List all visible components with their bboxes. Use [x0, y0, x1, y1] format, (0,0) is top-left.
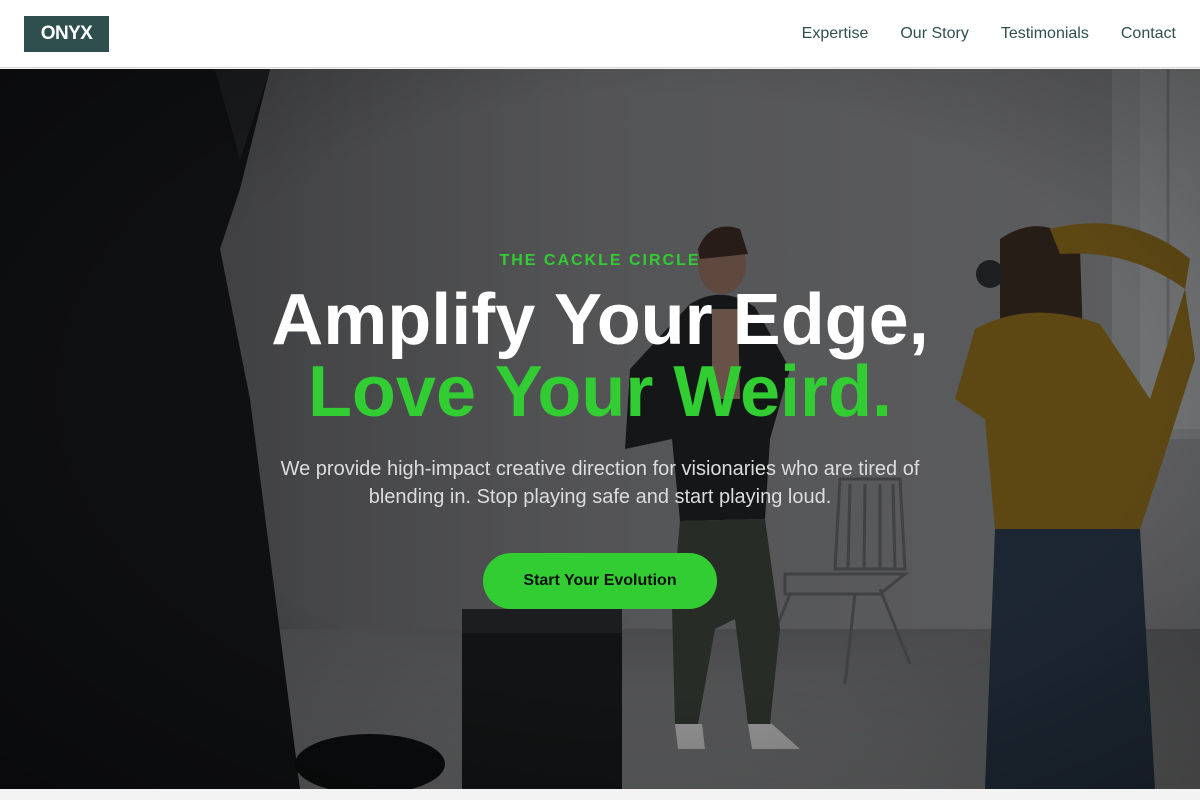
logo[interactable]: ONYX: [24, 16, 109, 52]
nav-link-testimonials[interactable]: Testimonials: [1001, 24, 1089, 44]
nav-links: Expertise Our Story Testimonials Contact: [802, 0, 1176, 68]
nav-link-our-story[interactable]: Our Story: [900, 24, 968, 44]
hero-content: THE CACKLE CIRCLE Amplify Your Edge, Lov…: [0, 69, 1200, 789]
headline-line-2: Love Your Weird.: [307, 352, 893, 432]
nav-link-expertise[interactable]: Expertise: [802, 24, 869, 44]
next-section-edge: [0, 789, 1200, 800]
headline-line-1: Amplify Your Edge,: [271, 280, 929, 360]
nav-link-contact[interactable]: Contact: [1121, 24, 1176, 44]
start-evolution-button[interactable]: Start Your Evolution: [483, 553, 717, 609]
hero-eyebrow: THE CACKLE CIRCLE: [499, 252, 701, 269]
hero-subtext: We provide high-impact creative directio…: [280, 458, 920, 508]
hero-headline: Amplify Your Edge, Love Your Weird.: [0, 284, 1200, 428]
top-navbar: ONYX Expertise Our Story Testimonials Co…: [0, 0, 1200, 68]
hero-section: THE CACKLE CIRCLE Amplify Your Edge, Lov…: [0, 69, 1200, 789]
